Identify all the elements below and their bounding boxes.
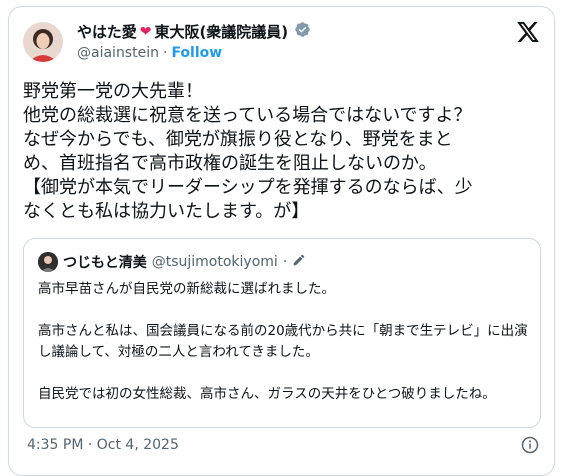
author-handle[interactable]: @aiainstein	[77, 45, 159, 61]
tweet-line: 野党第一党の大先輩！	[23, 81, 203, 102]
verified-badge-icon	[294, 21, 311, 42]
quoted-tweet-header: つじもと清美 @tsujimotokiyomi ·	[38, 252, 306, 272]
author-handle-row: @aiainstein · Follow	[77, 45, 222, 61]
author-name-row[interactable]: やはた愛 ❤ 東大阪(衆議院議員)	[77, 21, 311, 42]
x-logo-icon[interactable]	[517, 22, 539, 46]
tweet-line: 他党の総裁選に祝意を送っている場合ではないですよ？	[23, 105, 472, 126]
quoted-author-name: つじもと清美	[63, 255, 147, 271]
quoted-paragraph: 高市さんと私は、国会議員になる前の20歳代から共に「朝まで生テレビ」に出演し議論…	[38, 323, 528, 360]
author-name[interactable]: やはた愛	[77, 21, 137, 42]
tweet-line: なぜ今からでも、御党が旗振り役となり、野党をまと	[23, 129, 453, 150]
quoted-paragraph: 高市早苗さんが自民党の新総裁に選ばれました。	[38, 281, 335, 297]
quoted-author-avatar	[38, 252, 58, 272]
quoted-paragraph: 自民党では初の女性総裁、高市さん、ガラスの天井をひとつ破りましたね。	[38, 386, 496, 402]
quoted-author-handle: @tsujimotokiyomi	[151, 254, 278, 270]
author-name-suffix[interactable]: 東大阪(衆議院議員)	[154, 21, 288, 42]
heart-icon: ❤	[139, 23, 152, 40]
edit-icon	[292, 253, 306, 271]
author-avatar[interactable]	[23, 22, 63, 62]
info-icon[interactable]	[521, 436, 539, 458]
follow-button[interactable]: Follow	[171, 45, 222, 61]
tweet-line: なくとも私は協力いたします。が】	[23, 201, 310, 222]
separator-dot: ·	[162, 45, 168, 61]
tweet-text: 野党第一党の大先輩！ 他党の総裁選に祝意を送っている場合ではないですよ？ なぜ今…	[23, 80, 543, 224]
quoted-tweet-body: 高市早苗さんが自民党の新総裁に選ばれました。 高市さんと私は、国会議員になる前の…	[38, 279, 533, 426]
tweet-line: 【御党が本気でリーダーシップを発揮するのならば、少	[23, 177, 473, 198]
tweet-timestamp[interactable]: 4:35 PM · Oct 4, 2025	[27, 437, 179, 453]
separator-dot: ·	[282, 254, 288, 270]
tweet-line: め、首班指名で高市政権の誕生を阻止しないのか。	[23, 153, 437, 174]
quoted-tweet[interactable]: つじもと清美 @tsujimotokiyomi · 高市早苗さんが自民党の新総裁…	[23, 238, 541, 428]
